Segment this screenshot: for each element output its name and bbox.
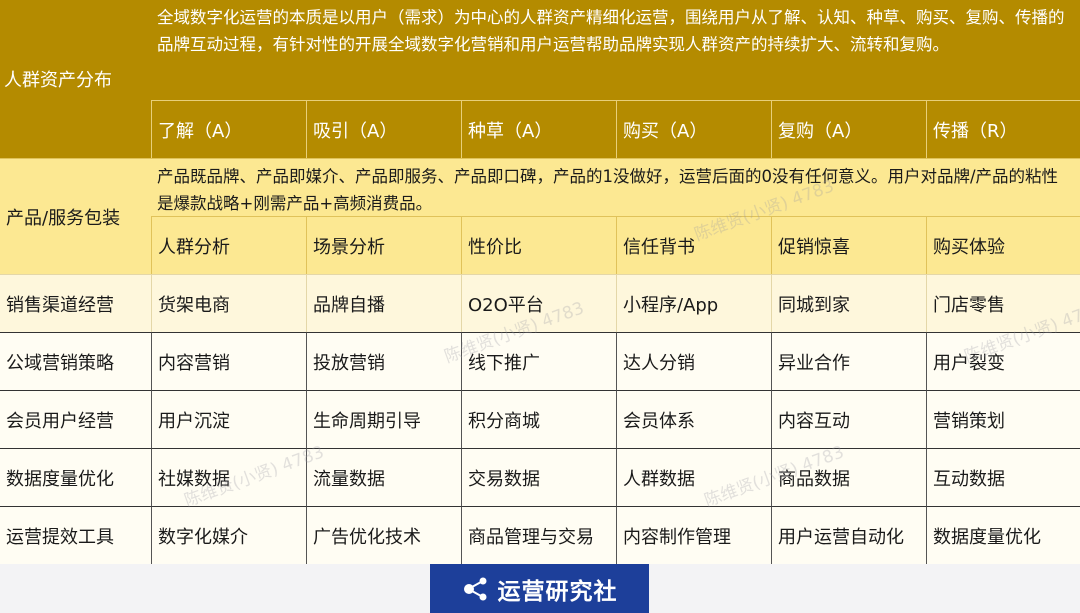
table-cell: 交易数据 xyxy=(461,448,616,506)
table-cell: 内容制作管理 xyxy=(616,506,771,564)
header-description: 全域数字化运营的本质是以用户（需求）为中心的人群资产精细化运营，围绕用户从了解、… xyxy=(151,0,1080,100)
row-label: 运营提效工具 xyxy=(0,506,151,564)
table-cell: 互动数据 xyxy=(926,448,1080,506)
operations-table: 人群资产分布 全域数字化运营的本质是以用户（需求）为中心的人群资产精细化运营，围… xyxy=(0,0,1080,564)
logo-text: 运营研究社 xyxy=(497,578,618,605)
table-cell: 积分商城 xyxy=(461,390,616,448)
table-cell: 小程序/App xyxy=(616,274,771,332)
table-cell: 投放营销 xyxy=(306,332,461,390)
product-item: 促销惊喜 xyxy=(771,216,926,274)
table-cell: 内容互动 xyxy=(771,390,926,448)
table-cell: 人群数据 xyxy=(616,448,771,506)
table-cell: 流量数据 xyxy=(306,448,461,506)
stage-header: 了解（A） xyxy=(151,100,306,158)
stage-header: 种草（A） xyxy=(461,100,616,158)
table-cell: 营销策划 xyxy=(926,390,1080,448)
table-cell: 用户沉淀 xyxy=(151,390,306,448)
header-label: 人群资产分布 xyxy=(0,0,151,158)
row-label: 销售渠道经营 xyxy=(0,274,151,332)
product-item: 性价比 xyxy=(461,216,616,274)
row-label: 数据度量优化 xyxy=(0,448,151,506)
table-cell: 用户裂变 xyxy=(926,332,1080,390)
row-label: 会员用户经营 xyxy=(0,390,151,448)
product-item: 信任背书 xyxy=(616,216,771,274)
product-label: 产品/服务包装 xyxy=(0,158,151,274)
product-item: 场景分析 xyxy=(306,216,461,274)
table-cell: 门店零售 xyxy=(926,274,1080,332)
product-item: 购买体验 xyxy=(926,216,1080,274)
table-cell: 品牌自播 xyxy=(306,274,461,332)
row-label: 公域营销策略 xyxy=(0,332,151,390)
stage-header: 传播（R） xyxy=(926,100,1080,158)
table-cell: 数字化媒介 xyxy=(151,506,306,564)
product-description: 产品既品牌、产品即媒介、产品即服务、产品即口碑，产品的1没做好，运营后面的0没有… xyxy=(151,158,1080,216)
table-cell: 内容营销 xyxy=(151,332,306,390)
table-cell: 社媒数据 xyxy=(151,448,306,506)
table-cell: 数据度量优化 xyxy=(926,506,1080,564)
table-cell: 用户运营自动化 xyxy=(771,506,926,564)
table-cell: 广告优化技术 xyxy=(306,506,461,564)
product-item: 人群分析 xyxy=(151,216,306,274)
table-cell: 达人分销 xyxy=(616,332,771,390)
table-cell: 商品数据 xyxy=(771,448,926,506)
table-cell: 异业合作 xyxy=(771,332,926,390)
table-cell: 商品管理与交易 xyxy=(461,506,616,564)
stage-header: 吸引（A） xyxy=(306,100,461,158)
table-cell: O2O平台 xyxy=(461,274,616,332)
share-nodes-icon xyxy=(463,577,486,600)
stage-header: 购买（A） xyxy=(616,100,771,158)
table-cell: 同城到家 xyxy=(771,274,926,332)
stage-header: 复购（A） xyxy=(771,100,926,158)
table-cell: 线下推广 xyxy=(461,332,616,390)
table-cell: 生命周期引导 xyxy=(306,390,461,448)
table-cell: 会员体系 xyxy=(616,390,771,448)
brand-logo: 运营研究社 xyxy=(430,564,649,613)
table-cell: 货架电商 xyxy=(151,274,306,332)
